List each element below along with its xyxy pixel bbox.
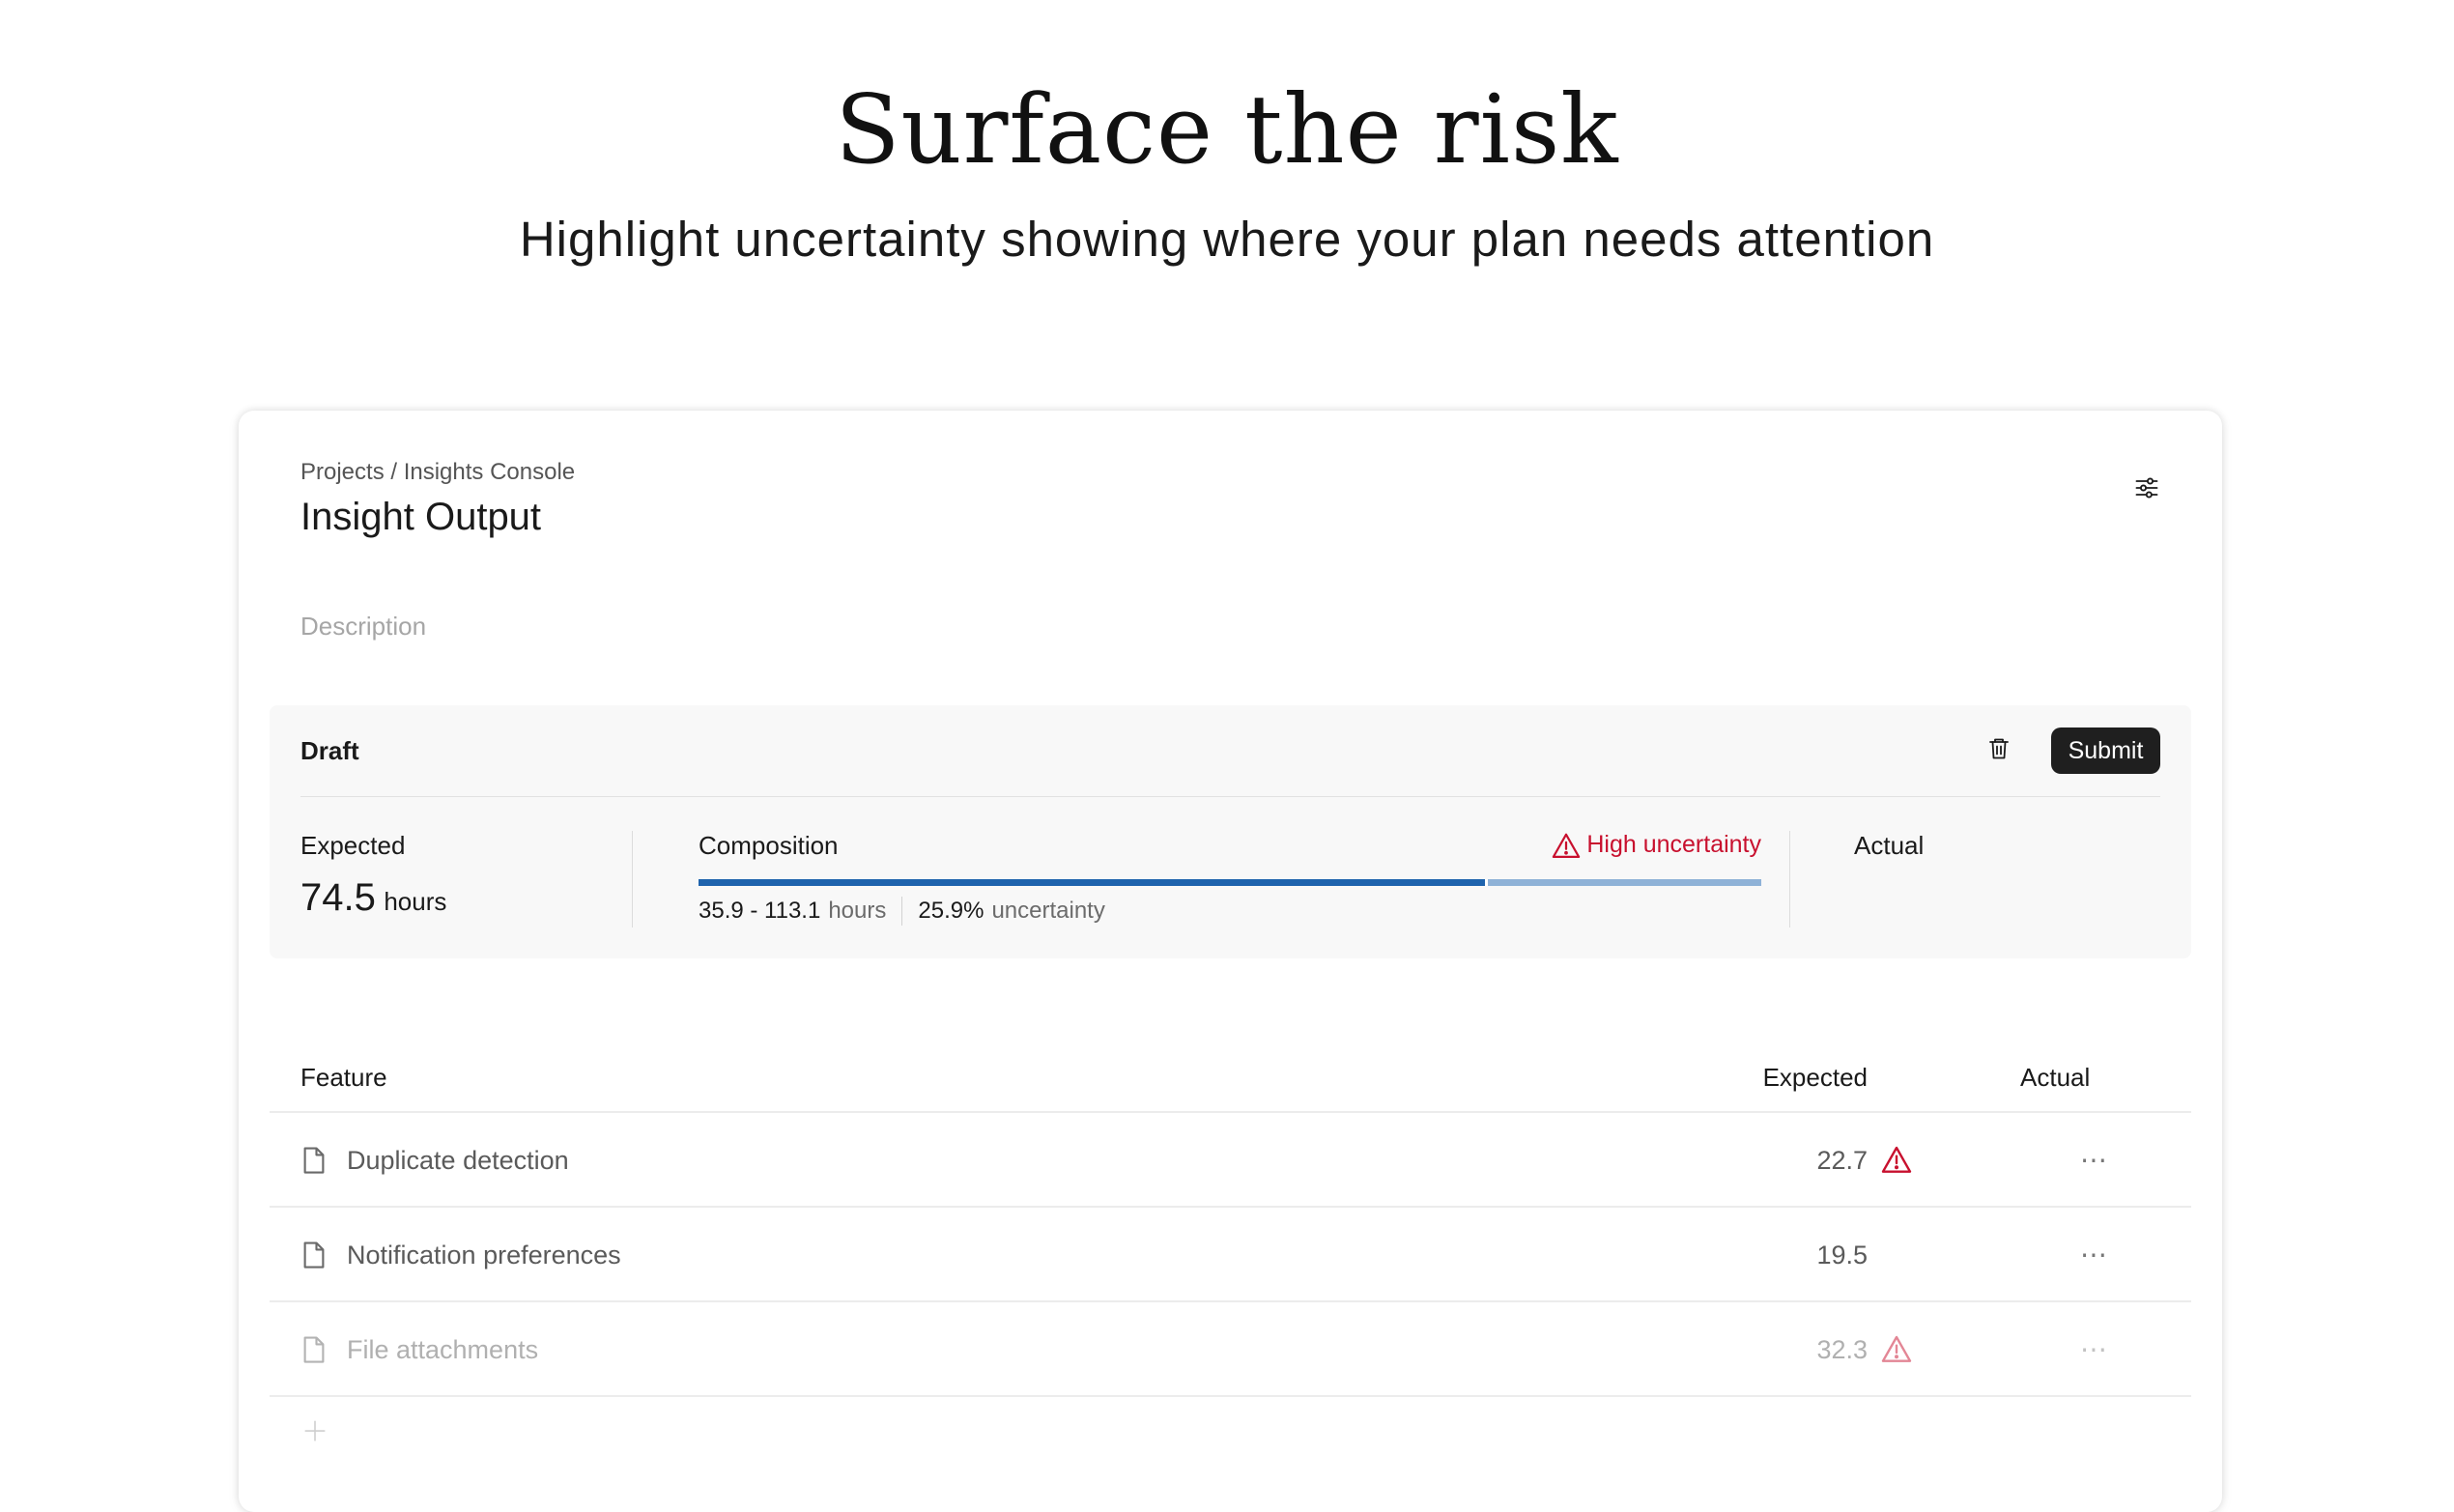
expected-value: 74.5 — [300, 876, 376, 919]
document-icon — [303, 1336, 325, 1363]
expected-label: Expected — [300, 831, 406, 860]
insight-card: Projects / Insights Console Insight Outp… — [239, 411, 2222, 1512]
warning-icon[interactable] — [1881, 1144, 1912, 1175]
warning-icon[interactable] — [1881, 1333, 1912, 1364]
table-row[interactable]: Duplicate detection 22.7 ⋯ — [270, 1113, 2191, 1208]
composition-bar-uncertain — [1488, 879, 1761, 886]
more-options-button[interactable]: ⋯ — [2070, 1140, 2119, 1179]
page-title: Insight Output — [300, 496, 542, 538]
expected-summary: Expected 74.5 hours — [300, 831, 446, 920]
range-value: 35.9 - 113.1 — [699, 898, 821, 924]
uncertainty-label: uncertainty — [991, 898, 1105, 924]
column-header-actual[interactable]: Actual — [2020, 1063, 2090, 1093]
draft-status-label: Draft — [300, 736, 359, 765]
divider — [632, 831, 633, 927]
composition-label: Composition — [699, 831, 839, 860]
high-uncertainty-badge[interactable]: High uncertainty — [1552, 831, 1761, 859]
composition-bar — [699, 879, 1761, 886]
more-options-button[interactable]: ⋯ — [2070, 1235, 2119, 1273]
table-header: Feature Expected Actual — [270, 1034, 2191, 1113]
high-uncertainty-label: High uncertainty — [1586, 831, 1761, 858]
settings-button[interactable] — [2127, 469, 2166, 507]
uncertainty-value: 25.9% — [918, 898, 984, 924]
document-icon — [303, 1147, 325, 1174]
feature-table: Feature Expected Actual Duplicate detect… — [270, 1034, 2191, 1490]
composition-stats: 35.9 - 113.1 hours 25.9% uncertainty — [699, 897, 1105, 926]
plus-icon — [304, 1420, 326, 1441]
description-field[interactable]: Description — [300, 612, 426, 642]
hero-subtitle: Highlight uncertainty showing where your… — [519, 212, 1935, 267]
actual-label: Actual — [1854, 831, 1925, 860]
expected-unit: hours — [384, 887, 447, 916]
composition-bar-expected — [699, 879, 1485, 886]
add-feature-button[interactable] — [300, 1416, 329, 1445]
draft-panel: Draft Submit Expected 74.5 hours Composi… — [270, 705, 2191, 958]
table-row[interactable]: Notification preferences 19.5 ⋯ — [270, 1208, 2191, 1302]
feature-name[interactable]: Notification preferences — [347, 1241, 621, 1270]
divider — [1789, 831, 1790, 927]
feature-expected-value: 19.5 — [1816, 1241, 1868, 1270]
divider — [901, 897, 903, 926]
feature-expected-value: 32.3 — [1816, 1335, 1868, 1364]
trash-icon — [1989, 738, 2009, 759]
sliders-icon — [2135, 477, 2158, 499]
breadcrumb[interactable]: Projects / Insights Console — [300, 459, 575, 486]
table-row[interactable]: File attachments 32.3 ⋯ — [270, 1302, 2191, 1397]
range-unit: hours — [828, 898, 887, 924]
more-options-button[interactable]: ⋯ — [2070, 1329, 2119, 1368]
submit-button[interactable]: Submit — [2051, 727, 2160, 774]
warning-icon — [1553, 833, 1581, 858]
feature-expected-value: 22.7 — [1816, 1146, 1868, 1175]
document-icon — [303, 1241, 325, 1269]
add-row — [270, 1397, 2191, 1490]
feature-name[interactable]: Duplicate detection — [347, 1146, 569, 1176]
feature-name[interactable]: File attachments — [347, 1335, 538, 1365]
column-header-feature[interactable]: Feature — [300, 1063, 387, 1093]
divider — [300, 796, 2160, 797]
delete-button[interactable] — [1980, 729, 2018, 768]
column-header-expected[interactable]: Expected — [1763, 1063, 1868, 1093]
hero-title: Surface the risk — [835, 75, 1619, 185]
